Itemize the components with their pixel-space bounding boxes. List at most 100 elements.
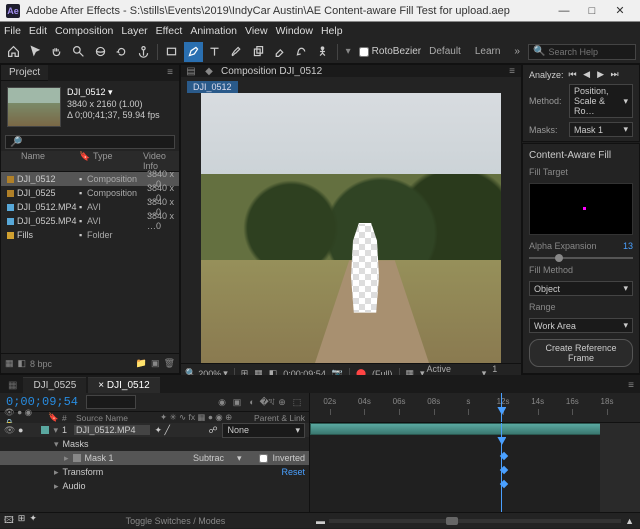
comp-name-tag[interactable]: DJI_0512	[187, 81, 238, 93]
project-thumb-info: DJI_0512 ▾ 3840 x 2160 (1.00) Δ 0;00;41;…	[67, 87, 160, 127]
menu-edit[interactable]: Edit	[29, 25, 47, 37]
panel-menu-icon[interactable]: ≡	[161, 65, 179, 81]
menu-file[interactable]: File	[4, 25, 21, 37]
playhead[interactable]	[501, 393, 502, 422]
tl-icon[interactable]: ⬚	[291, 396, 303, 408]
render-queue-icon[interactable]: ▦	[4, 378, 21, 393]
search-help-input[interactable]	[549, 47, 631, 57]
search-icon: 🔍	[533, 46, 545, 57]
text-tool-icon[interactable]	[205, 42, 225, 62]
comp-marker-icon[interactable]: ◆	[203, 65, 215, 77]
analyze-back-all-icon[interactable]: ⏮	[568, 69, 578, 80]
menu-layer[interactable]: Layer	[121, 25, 147, 37]
layer-masks[interactable]: ▾Masks	[0, 437, 309, 451]
alpha-expansion-value[interactable]: 13	[623, 241, 633, 251]
rect-tool-icon[interactable]	[162, 42, 182, 62]
alpha-expansion-label: Alpha Expansion	[529, 241, 619, 251]
timeline-zoom-slider[interactable]	[446, 517, 458, 525]
range-dropdown[interactable]: Work Area▾	[529, 318, 633, 333]
interpret-icon[interactable]: ▦	[5, 358, 14, 369]
puppet-tool-icon[interactable]	[313, 42, 333, 62]
project-settings-icon[interactable]: ◧	[18, 358, 27, 369]
timeline-ruler[interactable]: 02s04s06s08ss12s14s16s18s	[310, 393, 640, 423]
rotobezier-checkbox[interactable]: RotoBezier	[359, 46, 421, 57]
comp-tab-label[interactable]: Composition DJI_0512	[221, 66, 322, 77]
layer-bar[interactable]	[310, 423, 640, 435]
brush-tool-icon[interactable]	[227, 42, 247, 62]
roto-tool-icon[interactable]	[292, 42, 312, 62]
parent-dropdown[interactable]: None▾	[222, 423, 305, 438]
analyze-fwd-icon[interactable]: ▶	[596, 69, 606, 80]
menu-effect[interactable]: Effect	[156, 25, 183, 37]
zoom-in-icon[interactable]: ▲	[625, 516, 634, 526]
maximize-button[interactable]: □	[578, 0, 606, 22]
layer-transform[interactable]: ▸TransformReset	[0, 465, 309, 479]
new-comp-icon[interactable]: ▣	[151, 358, 160, 369]
project-item[interactable]: DJI_0525.MP4▪AVI3840 x …0	[1, 214, 179, 228]
project-tab[interactable]: Project	[1, 65, 48, 81]
caf-title: Content-Aware Fill	[529, 150, 633, 161]
clone-tool-icon[interactable]	[248, 42, 268, 62]
anchor-tool-icon[interactable]	[133, 42, 153, 62]
playhead[interactable]	[501, 423, 502, 512]
tl-footer-icon[interactable]: 🖾	[4, 513, 14, 529]
zoom-out-icon[interactable]: ▬	[316, 516, 325, 526]
menu-composition[interactable]: Composition	[55, 25, 113, 37]
selection-tool-icon[interactable]	[26, 42, 46, 62]
tl-icon[interactable]: ▣	[231, 396, 243, 408]
panel-menu-icon[interactable]: ≡	[503, 66, 521, 77]
timeline-tracks[interactable]	[310, 423, 640, 512]
workspace-learn[interactable]: Learn	[475, 46, 501, 57]
toggle-switches-button[interactable]: Toggle Switches / Modes	[126, 516, 226, 526]
panel-menu-icon[interactable]: ≡	[622, 378, 640, 393]
hand-tool-icon[interactable]	[47, 42, 67, 62]
menu-help[interactable]: Help	[321, 25, 343, 37]
alpha-expansion-slider[interactable]	[529, 257, 633, 259]
timeline-tab[interactable]: × DJI_0512	[88, 377, 159, 393]
tl-icon[interactable]: ◐	[246, 396, 258, 408]
eraser-tool-icon[interactable]	[270, 42, 290, 62]
menu-animation[interactable]: Animation	[190, 25, 237, 37]
new-folder-icon[interactable]: 📁	[136, 358, 147, 369]
tl-icon[interactable]: ⊕	[276, 396, 288, 408]
toolbar-separator	[157, 44, 158, 60]
project-thumbnail	[7, 87, 61, 127]
analyze-back-icon[interactable]: ◀	[582, 69, 592, 80]
search-help[interactable]: 🔍	[528, 44, 636, 60]
minimize-button[interactable]: —	[550, 0, 578, 22]
analyze-fwd-all-icon[interactable]: ⏭	[610, 69, 620, 80]
viewer-content	[201, 93, 501, 363]
close-button[interactable]: ✕	[606, 0, 634, 22]
workspace-default[interactable]: Default	[429, 46, 461, 57]
chevron-down-icon[interactable]: ▾	[346, 46, 351, 57]
workspace-more-icon[interactable]: »	[514, 46, 520, 57]
menu-view[interactable]: View	[245, 25, 268, 37]
composition-viewer[interactable]	[181, 93, 521, 363]
layer-mask-1[interactable]: ▸Mask 1Subtrac▾Inverted	[0, 451, 309, 465]
tl-icon[interactable]: ◉	[216, 396, 228, 408]
rotate-tool-icon[interactable]	[112, 42, 132, 62]
tl-footer-icon[interactable]: ⊞	[18, 513, 26, 529]
method-dropdown[interactable]: Position, Scale & Ro…▾	[569, 84, 633, 118]
tl-icon[interactable]: �খ	[261, 396, 273, 408]
home-icon[interactable]	[4, 42, 24, 62]
menu-window[interactable]: Window	[276, 25, 313, 37]
masks-dropdown[interactable]: Mask 1▾	[569, 122, 633, 137]
zoom-tool-icon[interactable]	[69, 42, 89, 62]
flowchart-icon[interactable]: ▤	[185, 65, 197, 77]
pen-tool-icon[interactable]	[184, 42, 204, 62]
orbit-tool-icon[interactable]	[90, 42, 110, 62]
trash-icon[interactable]: 🗑	[164, 358, 175, 369]
tl-footer-icon[interactable]: ✦	[29, 513, 37, 529]
layer-audio[interactable]: ▸Audio	[0, 479, 309, 493]
project-search[interactable]: 🔎	[5, 135, 175, 149]
timeline-tab[interactable]: DJI_0525	[23, 377, 86, 393]
menubar: File Edit Composition Layer Effect Anima…	[0, 22, 640, 40]
timeline-search[interactable]	[86, 395, 136, 409]
fill-target-preview	[529, 183, 633, 235]
bpc-toggle[interactable]: 8 bpc	[30, 359, 52, 369]
fill-method-dropdown[interactable]: Object▾	[529, 281, 633, 296]
create-reference-frame-button[interactable]: Create Reference Frame	[529, 339, 633, 367]
composition-panel: ▤ ◆ Composition DJI_0512 ≡ DJI_0512 🔍 20…	[180, 64, 522, 374]
layer-row[interactable]: 👁● ▾1 DJI_0512.MP4 ✦ ╱ ☍ None▾	[0, 423, 309, 437]
